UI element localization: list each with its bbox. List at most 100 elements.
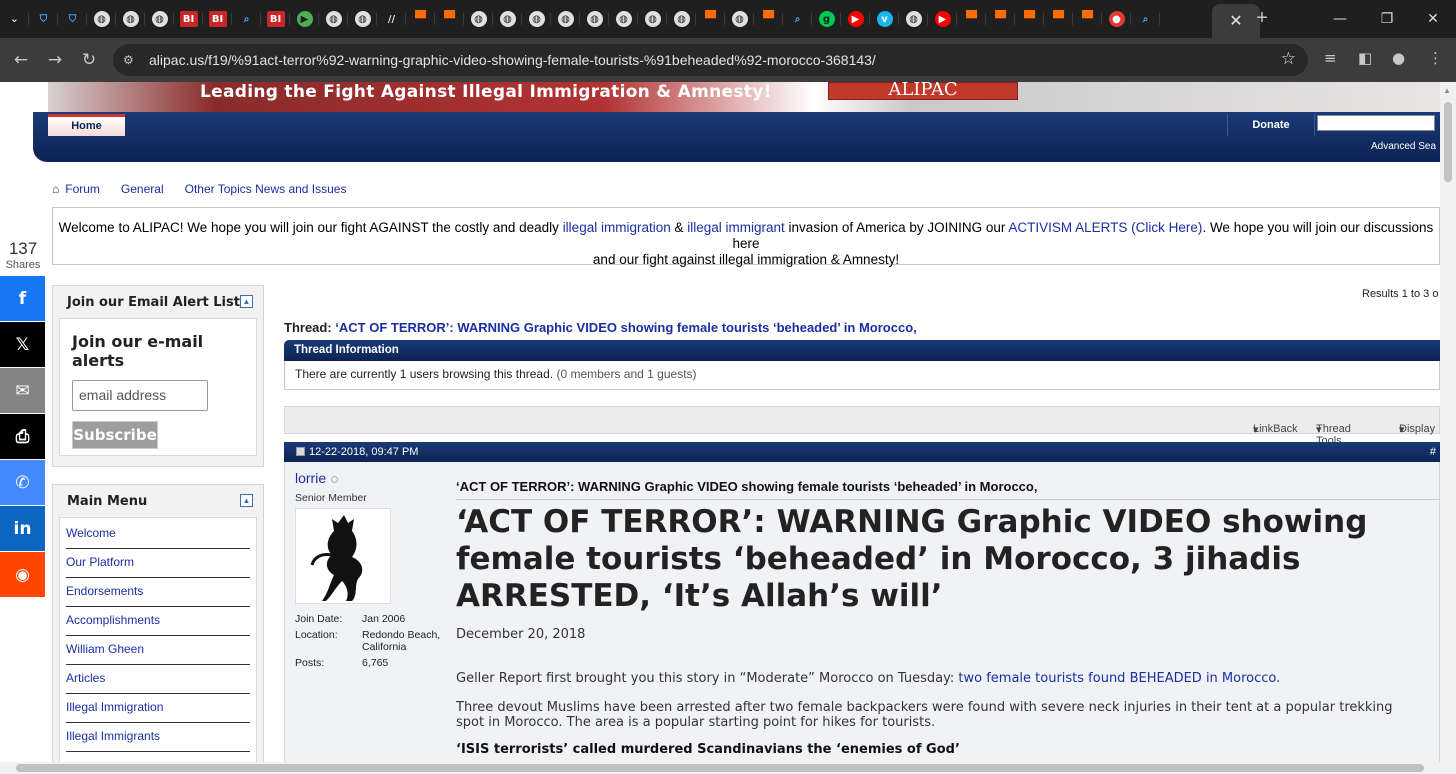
illegal-immigrant-link[interactable]: illegal immigrant	[687, 220, 785, 235]
tab-search-button[interactable]: ⌄	[0, 5, 29, 33]
thread-title-link[interactable]: ‘ACT OF TERROR’: WARNING Graphic VIDEO s…	[335, 320, 916, 335]
media-control-icon[interactable]: ≡	[1324, 49, 1337, 67]
home-icon[interactable]: ⌂	[52, 182, 59, 196]
subscribe-button[interactable]: Subscribe	[72, 421, 158, 449]
browser-tab[interactable]: BI	[174, 5, 203, 33]
browser-tab[interactable]: ◍	[464, 5, 493, 33]
browser-tab[interactable]: ◍	[551, 5, 580, 33]
close-tab-icon[interactable]: ✕	[1229, 11, 1242, 31]
breadcrumb-general[interactable]: General	[121, 182, 164, 196]
activism-alerts-link[interactable]: ACTIVISM ALERTS (Click Here)	[1008, 220, 1202, 235]
browser-tab[interactable]: ◍	[638, 5, 667, 33]
browser-tab[interactable]: ▀	[1015, 5, 1044, 33]
username[interactable]: lorrie	[295, 470, 339, 486]
browser-tab[interactable]: BI	[203, 5, 232, 33]
reddit-share-button[interactable]: ◉	[0, 552, 45, 597]
messenger-share-button[interactable]: ✆	[0, 460, 45, 505]
browser-tab[interactable]: ▶	[928, 5, 957, 33]
facebook-share-button[interactable]: f	[0, 276, 45, 321]
browser-tab[interactable]: ▶	[290, 5, 319, 33]
bookmark-star-icon[interactable]: ☆	[1281, 49, 1296, 69]
menu-item-william-gheen[interactable]: William Gheen	[66, 636, 250, 665]
browser-tab[interactable]: ▀	[957, 5, 986, 33]
site-search-input[interactable]	[1317, 115, 1435, 131]
horizontal-scrollbar[interactable]	[0, 762, 1456, 774]
browser-tab[interactable]: ◍	[348, 5, 377, 33]
reload-button[interactable]: ↻	[78, 49, 100, 71]
nav-donate[interactable]: Donate	[1227, 114, 1315, 136]
browser-tab[interactable]: ▀	[986, 5, 1015, 33]
browser-tab[interactable]: ◍	[580, 5, 609, 33]
collapse-icon[interactable]: ▲	[240, 494, 253, 507]
menu-item-illegal-immigrants[interactable]: Illegal Immigrants	[66, 723, 250, 752]
address-bar[interactable]: ⚙ alipac.us/f19/%91act-terror%92-warning…	[113, 44, 1308, 76]
scroll-thumb[interactable]	[16, 764, 1424, 772]
breadcrumb-forum[interactable]: Forum	[65, 182, 100, 196]
menu-item-illegal-immigration[interactable]: Illegal Immigration	[66, 694, 250, 723]
scroll-up-icon[interactable]: ▲	[1443, 86, 1451, 95]
menu-item-accomplishments[interactable]: Accomplishments	[66, 607, 250, 636]
browser-tab[interactable]: ⌕	[1131, 5, 1160, 33]
side-panel-icon[interactable]: ◧	[1358, 49, 1372, 67]
browser-tab[interactable]: ◍	[522, 5, 551, 33]
username-text[interactable]: lorrie	[295, 470, 326, 486]
scroll-thumb[interactable]	[1444, 102, 1452, 182]
browser-tab[interactable]: ◍	[899, 5, 928, 33]
menu-icon[interactable]: ⋮	[1428, 49, 1443, 67]
site-info-icon[interactable]: ⚙	[123, 53, 137, 67]
browser-tab[interactable]: ◍	[319, 5, 348, 33]
browser-tab[interactable]: ●	[1102, 5, 1131, 33]
email-field[interactable]: email address	[72, 380, 208, 411]
browser-tab[interactable]: ◍	[87, 5, 116, 33]
browser-tab[interactable]: g	[812, 5, 841, 33]
minimize-button[interactable]: —	[1317, 0, 1363, 38]
profile-icon[interactable]: ●	[1392, 49, 1405, 67]
maximize-button[interactable]: ❐	[1364, 0, 1410, 38]
avatar[interactable]	[295, 508, 391, 604]
x-share-button[interactable]: 𝕏	[0, 322, 45, 367]
browser-tab[interactable]: v	[870, 5, 899, 33]
beheaded-story-link[interactable]: two female tourists found BEHEADED in Mo…	[958, 671, 1280, 686]
illegal-immigration-link[interactable]: illegal immigration	[563, 220, 671, 235]
forward-button[interactable]: →	[44, 49, 66, 71]
vertical-scrollbar[interactable]: ▲	[1440, 82, 1456, 762]
browser-tab[interactable]: ▀	[1073, 5, 1102, 33]
browser-tab[interactable]: ◍	[493, 5, 522, 33]
browser-tab[interactable]: ▶	[841, 5, 870, 33]
new-tab-button[interactable]: +	[1247, 7, 1277, 30]
advanced-search-link[interactable]: Advanced Sea	[1371, 141, 1436, 152]
linkedin-share-button[interactable]: in	[0, 506, 45, 551]
browser-tab[interactable]: ▀	[406, 5, 435, 33]
browser-tab[interactable]: ◍	[667, 5, 696, 33]
browser-tab[interactable]: ⛉	[29, 5, 58, 33]
browser-tab[interactable]: ⌕	[783, 5, 812, 33]
globe-icon: ◍	[528, 11, 545, 27]
email-share-button[interactable]: ✉	[0, 368, 45, 413]
browser-tab[interactable]: ◍	[116, 5, 145, 33]
browser-tab[interactable]: ▀	[435, 5, 464, 33]
globe-icon: ◍	[354, 11, 371, 27]
browser-tab[interactable]: ◍	[609, 5, 638, 33]
browser-tab[interactable]: ▀	[754, 5, 783, 33]
back-button[interactable]: ←	[10, 49, 32, 71]
menu-item-articles[interactable]: Articles	[66, 665, 250, 694]
browser-tab[interactable]: ▀	[1044, 5, 1073, 33]
nav-home[interactable]: Home	[48, 114, 125, 136]
browser-tab[interactable]: ⛉	[58, 5, 87, 33]
browser-tab[interactable]: //	[377, 5, 406, 33]
menu-item-endorsements[interactable]: Endorsements	[66, 578, 250, 607]
menu-item-our-platform[interactable]: Our Platform	[66, 549, 250, 578]
url-text[interactable]: alipac.us/f19/%91act-terror%92-warning-g…	[149, 52, 876, 68]
menu-item-welcome[interactable]: Welcome	[66, 520, 250, 549]
browser-tab[interactable]: ◍	[145, 5, 174, 33]
breadcrumb-other-topics[interactable]: Other Topics News and Issues	[185, 182, 347, 196]
close-window-button[interactable]: ✕	[1410, 0, 1456, 38]
browser-tab[interactable]: ⌕	[232, 5, 261, 33]
print-share-button[interactable]: ⎙	[0, 414, 45, 459]
post-number[interactable]: #	[1430, 446, 1436, 458]
browser-tab[interactable]: ▀	[696, 5, 725, 33]
browser-tab[interactable]: BI	[261, 5, 290, 33]
collapse-icon[interactable]: ▲	[240, 295, 253, 308]
site-logo[interactable]: ALIPAC	[828, 82, 1018, 100]
browser-tab[interactable]: ◍	[725, 5, 754, 33]
